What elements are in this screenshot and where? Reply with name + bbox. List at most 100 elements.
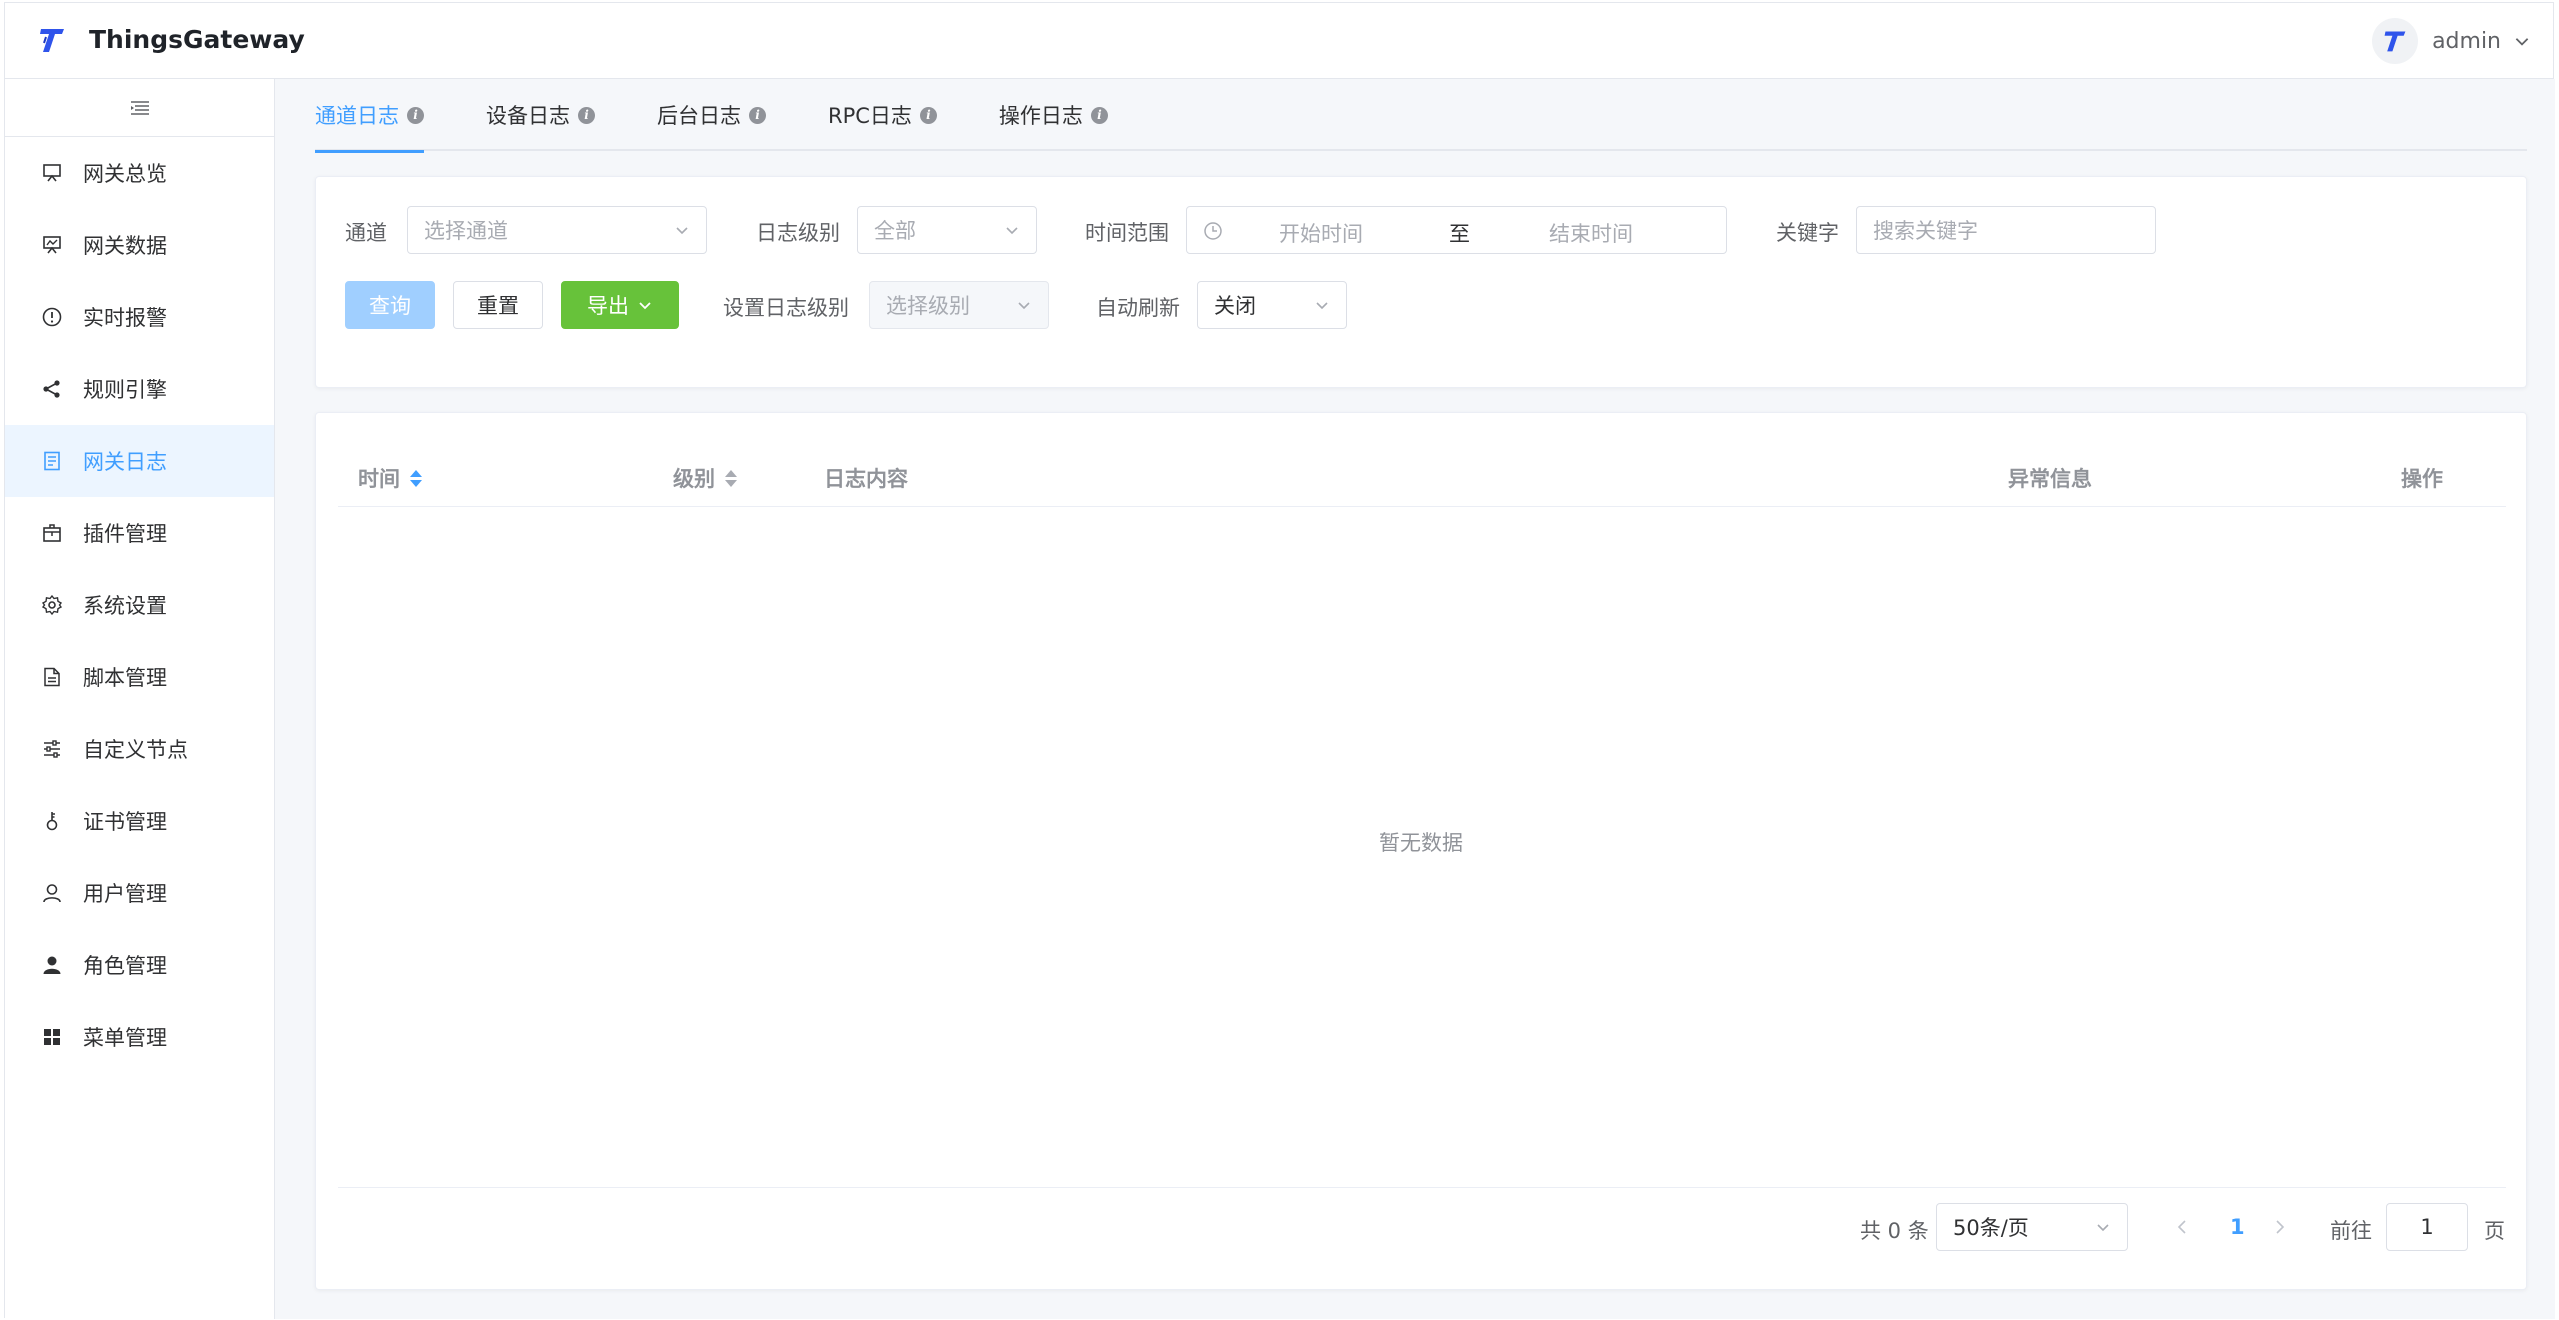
key-icon (41, 810, 63, 832)
export-button-label: 导出 (587, 294, 629, 318)
sidebar: 网关总览 网关数据 实时报警 规则引擎 网关日志 插件管理 系统设置 脚本管理 … (5, 79, 275, 1319)
top-header: ThingsGateway admin (5, 3, 2553, 79)
clock-icon (1204, 222, 1222, 240)
avatar[interactable] (2372, 18, 2419, 64)
sidebar-item-realtime-alarm[interactable]: 实时报警 (5, 281, 274, 353)
info-icon[interactable]: i (407, 106, 424, 124)
prev-page-icon[interactable] (2172, 1215, 2192, 1239)
info-icon[interactable]: i (749, 106, 766, 124)
page-size-select[interactable]: 50条/页 (1936, 1203, 2128, 1251)
column-header-level[interactable]: 级别 (673, 463, 737, 493)
sidebar-item-gateway-data[interactable]: 网关数据 (5, 209, 274, 281)
column-header-actions: 操作 (2401, 463, 2443, 493)
tab-background-log[interactable]: 后台日志 i (657, 79, 766, 151)
chevron-down-icon[interactable] (2513, 32, 2531, 50)
channel-select[interactable]: 选择通道 (407, 206, 707, 254)
sidebar-item-system-settings[interactable]: 系统设置 (5, 569, 274, 641)
column-header-exception: 异常信息 (2008, 463, 2092, 493)
sidebar-item-label: 网关总览 (83, 162, 167, 186)
page-suffix-label: 页 (2484, 1219, 2505, 1243)
sidebar-item-gateway-log[interactable]: 网关日志 (5, 425, 274, 497)
sidebar-item-plugin-management[interactable]: 插件管理 (5, 497, 274, 569)
chevron-down-icon (1006, 227, 1018, 235)
log-level-select[interactable]: 全部 (857, 206, 1037, 254)
export-button[interactable]: 导出 (561, 281, 679, 329)
user-name[interactable]: admin (2432, 29, 2501, 54)
reset-button[interactable]: 重置 (453, 281, 543, 329)
tab-rpc-log[interactable]: RPC日志 i (828, 79, 937, 151)
sidebar-item-label: 规则引擎 (83, 378, 167, 402)
set-log-level-select[interactable]: 选择级别 (869, 281, 1049, 329)
tab-operation-log[interactable]: 操作日志 i (999, 79, 1108, 151)
main-content: 通道日志 i 设备日志 i 后台日志 i RPC日志 i 操作日志 i 通道 选… (275, 79, 2555, 1319)
alert-circle-icon (41, 306, 63, 328)
next-page-icon[interactable] (2270, 1215, 2290, 1239)
sidebar-item-custom-node[interactable]: 自定义节点 (5, 713, 274, 785)
time-range-label: 时间范围 (1085, 221, 1169, 245)
info-icon[interactable]: i (919, 106, 937, 124)
chevron-down-icon (1018, 302, 1030, 310)
column-header-label: 异常信息 (2008, 467, 2092, 491)
goto-page-input[interactable]: 1 (2386, 1203, 2468, 1251)
tab-label: 通道日志 (315, 104, 399, 128)
tab-label: 后台日志 (657, 104, 741, 128)
tab-label: 设备日志 (486, 104, 570, 128)
auto-refresh-label: 自动刷新 (1096, 296, 1180, 320)
page-size-value: 50条/页 (1953, 1216, 2029, 1240)
sidebar-item-menu-management[interactable]: 菜单管理 (5, 1001, 274, 1073)
sidebar-item-label: 系统设置 (83, 594, 167, 618)
end-time-input[interactable]: 结束时间 (1549, 218, 1633, 248)
keyword-label: 关键字 (1776, 221, 1839, 245)
log-level-label: 日志级别 (756, 221, 840, 245)
document-icon (41, 450, 63, 472)
monitor-icon (41, 162, 63, 184)
auto-refresh-select[interactable]: 关闭 (1197, 281, 1347, 329)
sidebar-item-role-management[interactable]: 角色管理 (5, 929, 274, 1001)
time-range-picker[interactable]: 开始时间 至 结束时间 (1186, 206, 1727, 254)
channel-select-placeholder: 选择通道 (424, 219, 508, 243)
chevron-down-icon (676, 227, 688, 235)
sidebar-item-user-management[interactable]: 用户管理 (5, 857, 274, 929)
log-level-value: 全部 (874, 219, 916, 243)
tab-channel-log[interactable]: 通道日志 i (315, 79, 424, 153)
sidebar-item-label: 证书管理 (83, 810, 167, 834)
chevron-down-icon (639, 302, 651, 310)
query-button[interactable]: 查询 (345, 281, 435, 329)
user-menu[interactable]: admin (2372, 17, 2531, 65)
filter-panel: 通道 选择通道 日志级别 全部 时间范围 开始时间 至 结束时间 关键字 搜索关… (315, 176, 2527, 388)
sidebar-item-rule-engine[interactable]: 规则引擎 (5, 353, 274, 425)
grid-icon (41, 1026, 63, 1048)
column-header-time[interactable]: 时间 (358, 463, 422, 493)
info-icon[interactable]: i (1090, 106, 1108, 124)
tab-device-log[interactable]: 设备日志 i (486, 79, 595, 151)
column-header-label: 级别 (673, 467, 715, 491)
empty-state-text: 暂无数据 (1379, 831, 1463, 855)
sliders-icon (41, 738, 63, 760)
start-time-input[interactable]: 开始时间 (1279, 218, 1363, 248)
sidebar-collapse-button[interactable] (5, 79, 274, 137)
sidebar-item-script-management[interactable]: 脚本管理 (5, 641, 274, 713)
sidebar-item-certificate-management[interactable]: 证书管理 (5, 785, 274, 857)
page-number-current[interactable]: 1 (2230, 1215, 2245, 1239)
keyword-placeholder: 搜索关键字 (1873, 219, 1978, 243)
time-separator: 至 (1449, 222, 1470, 246)
tab-label: RPC日志 (828, 104, 912, 128)
column-header-label: 日志内容 (824, 467, 908, 491)
gear-icon (41, 594, 63, 616)
info-icon[interactable]: i (578, 106, 595, 124)
column-header-label: 时间 (358, 467, 400, 491)
log-table-panel: 时间 级别 日志内容 异常信息 操作 暂无数据 共 0 条 50条/页 1 前往… (315, 412, 2527, 1290)
column-header-log-content: 日志内容 (824, 463, 908, 493)
app-title: ThingsGateway (89, 25, 305, 54)
keyword-input[interactable]: 搜索关键字 (1856, 206, 2156, 254)
sidebar-item-gateway-overview[interactable]: 网关总览 (5, 137, 274, 209)
chevron-down-icon (1316, 302, 1328, 310)
divider (338, 1187, 2506, 1188)
tab-label: 操作日志 (998, 104, 1083, 128)
pagination-total: 共 0 条 (1860, 1219, 1929, 1243)
sidebar-item-label: 网关数据 (83, 234, 167, 258)
user-icon (41, 882, 63, 904)
sort-icon[interactable] (725, 469, 737, 487)
avatar-logo-icon (2384, 31, 2406, 52)
sort-icon[interactable] (410, 469, 422, 487)
